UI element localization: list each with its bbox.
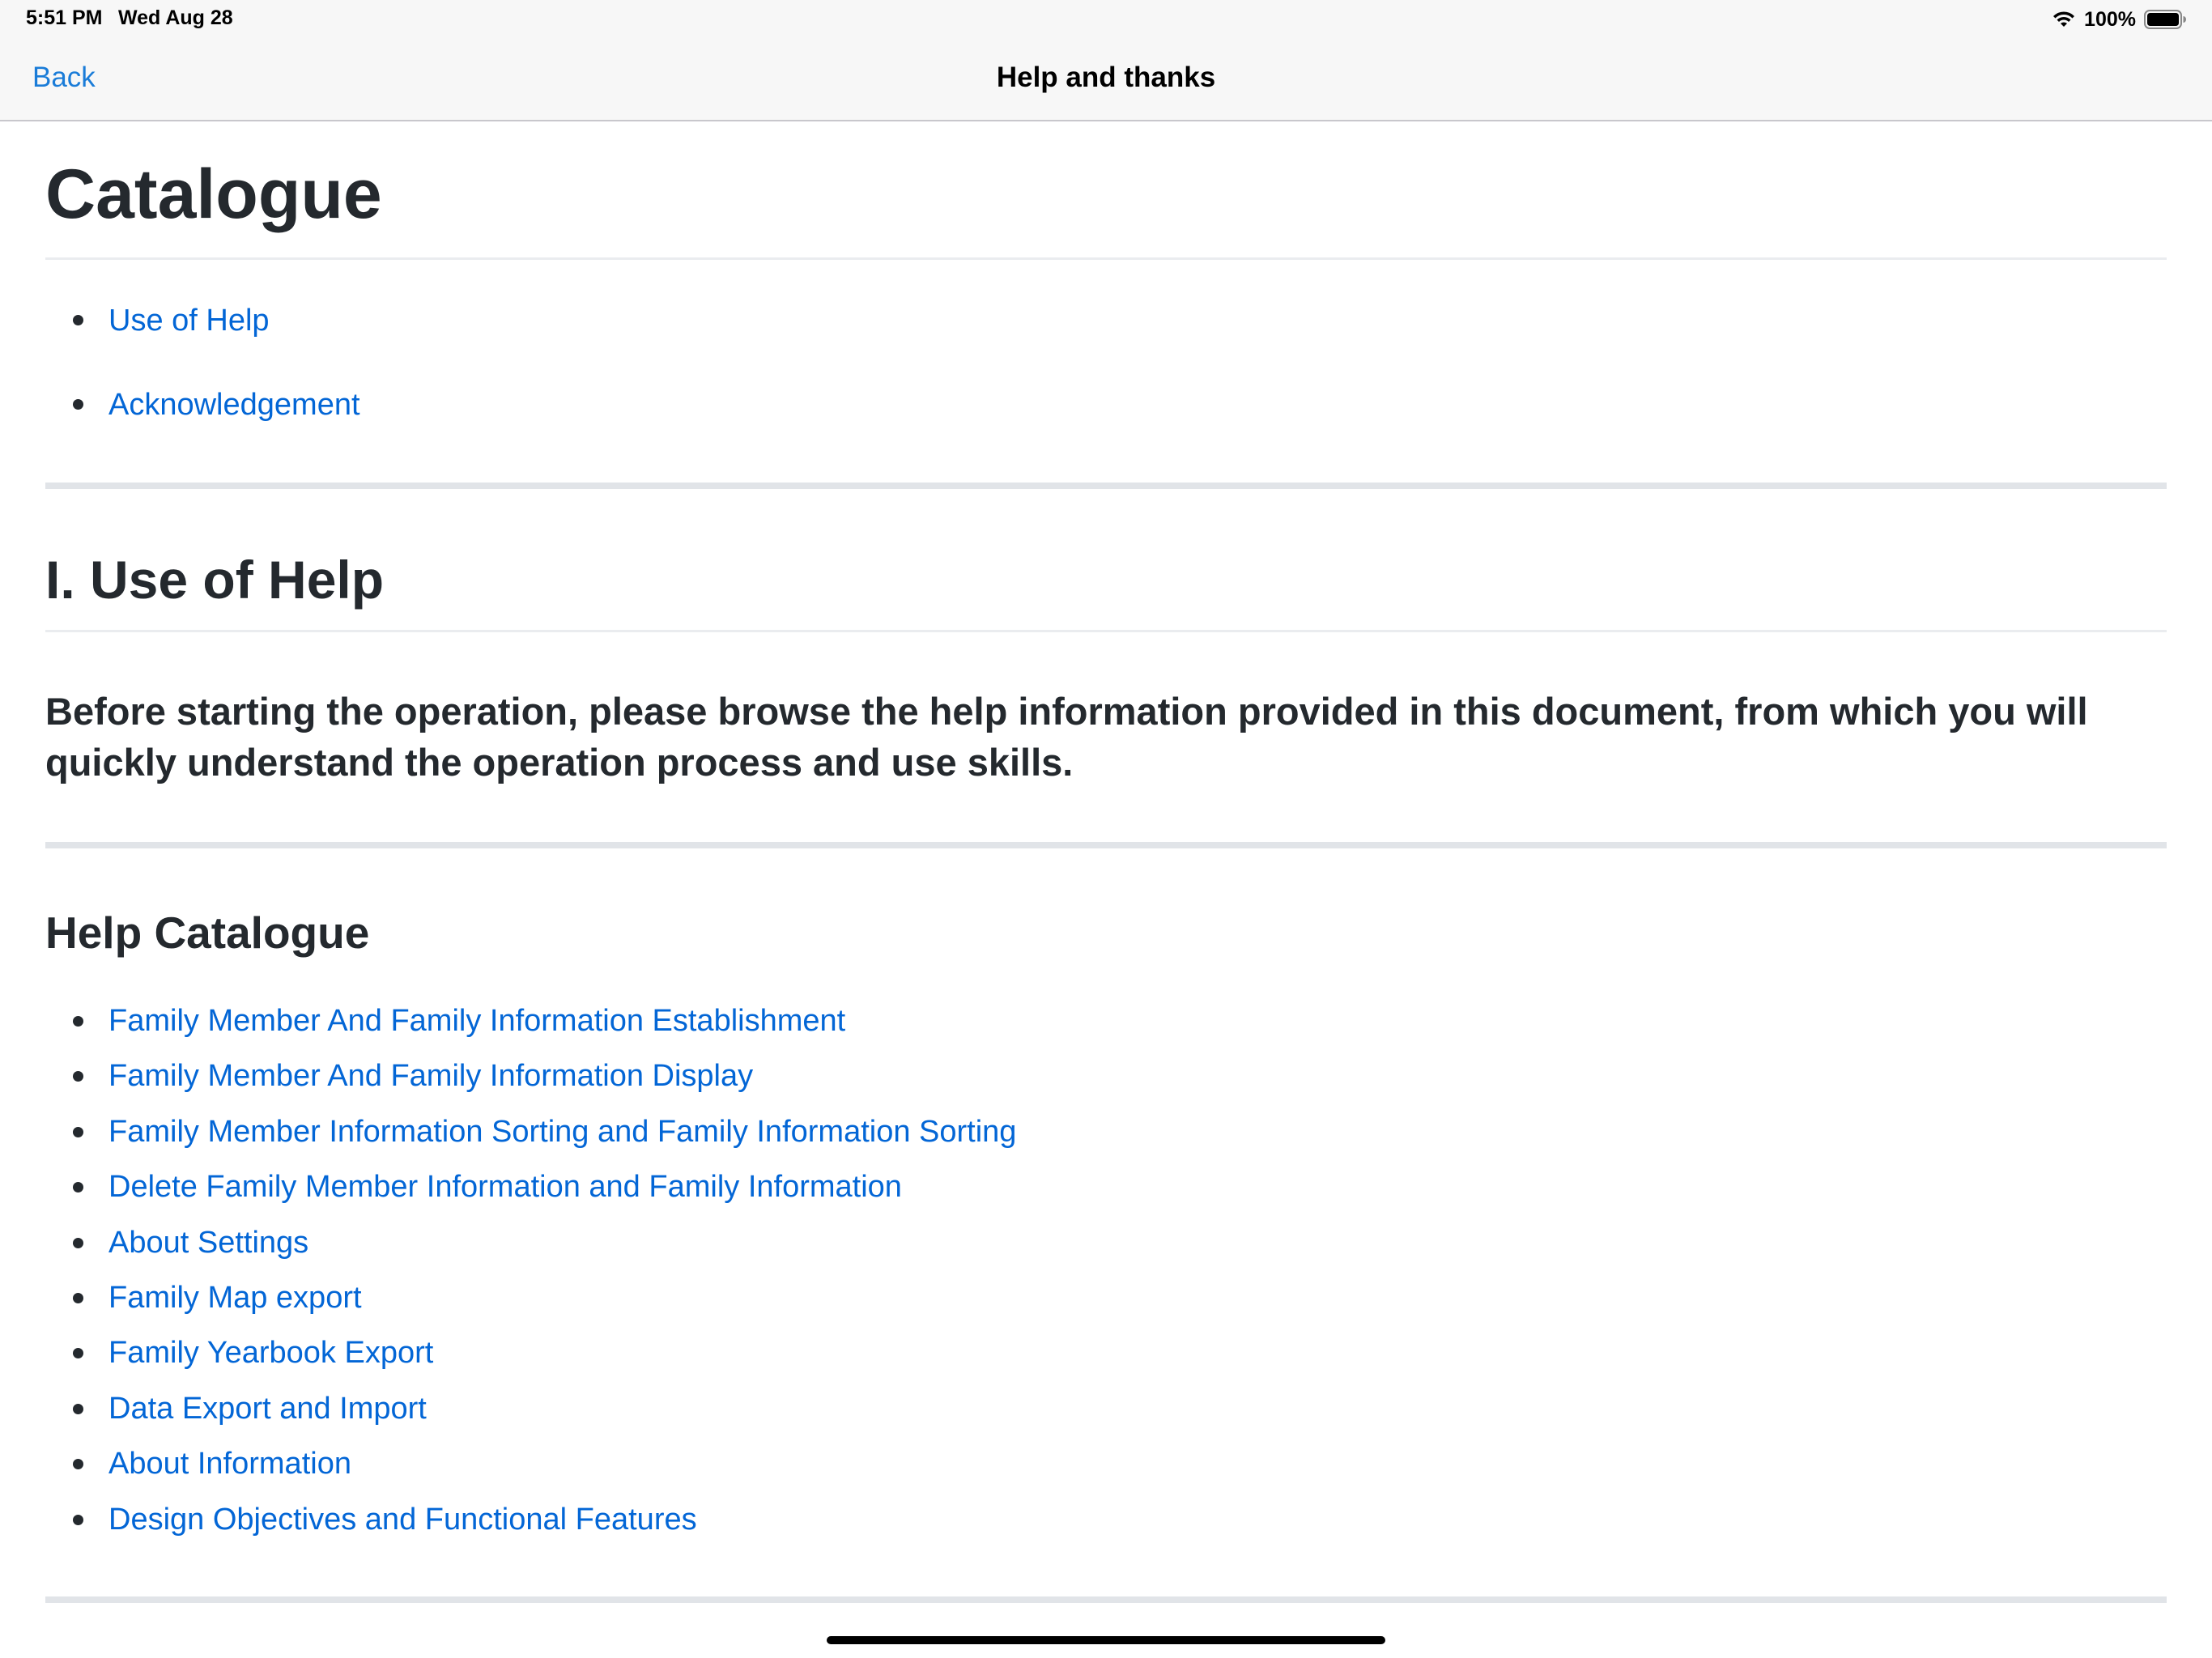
link-label: About Information: [108, 1447, 351, 1482]
link-label: Family Map export: [108, 1280, 362, 1315]
help-link-sorting[interactable]: Family Member Information Sorting and Fa…: [45, 1104, 1016, 1159]
section-divider: [45, 1596, 2167, 1603]
link-label: Family Member And Family Information Est…: [108, 1004, 846, 1038]
catalogue-list: Use of Help Acknowledgement: [45, 278, 360, 447]
battery-icon: [2144, 10, 2186, 29]
help-link-establishment[interactable]: Family Member And Family Information Est…: [45, 993, 1016, 1048]
home-indicator[interactable]: [827, 1636, 1385, 1644]
help-link-delete[interactable]: Delete Family Member Information and Fam…: [45, 1159, 1016, 1214]
help-link-yearbook-export[interactable]: Family Yearbook Export: [45, 1325, 1016, 1380]
link-label: Acknowledgement: [108, 388, 360, 422]
help-link-data-export-import[interactable]: Data Export and Import: [45, 1381, 1016, 1436]
bullet: [73, 315, 83, 325]
help-catalogue-title: Help Catalogue: [45, 908, 370, 958]
catalogue-link-acknowledgement[interactable]: Acknowledgement: [45, 363, 360, 447]
bullet: [73, 1403, 83, 1414]
link-label: Family Member And Family Information Dis…: [108, 1059, 754, 1094]
bullet: [73, 1182, 83, 1193]
help-catalogue-list: Family Member And Family Information Est…: [45, 993, 1016, 1547]
link-label: Design Objectives and Functional Feature…: [108, 1502, 697, 1537]
link-label: Use of Help: [108, 304, 270, 338]
nav-title: Help and thanks: [996, 62, 1216, 93]
help-link-settings[interactable]: About Settings: [45, 1215, 1016, 1270]
link-label: About Settings: [108, 1225, 309, 1260]
section-title-use-of-help: I. Use of Help: [45, 550, 385, 610]
bullet: [73, 1126, 83, 1137]
bullet: [73, 1514, 83, 1525]
section-divider: [45, 842, 2167, 848]
bullet: [73, 1459, 83, 1470]
wifi-icon: [2052, 11, 2076, 28]
help-link-display[interactable]: Family Member And Family Information Dis…: [45, 1048, 1016, 1103]
status-time: 5:51 PM: [26, 6, 103, 29]
status-right: 100%: [2052, 6, 2186, 32]
help-link-family-map-export[interactable]: Family Map export: [45, 1270, 1016, 1325]
section-title-divider: [45, 630, 2167, 632]
navigation-bar: Back Help and thanks: [0, 39, 2212, 121]
bullet: [73, 1292, 83, 1303]
link-label: Family Yearbook Export: [108, 1336, 434, 1371]
bullet: [73, 1237, 83, 1248]
bullet: [73, 1016, 83, 1027]
bullet: [73, 399, 83, 410]
catalogue-link-use-of-help[interactable]: Use of Help: [45, 278, 360, 363]
battery-percent: 100%: [2084, 7, 2136, 31]
bullet: [73, 1348, 83, 1359]
section-divider: [45, 483, 2167, 489]
catalogue-title: Catalogue: [45, 155, 382, 233]
status-date: Wed Aug 28: [118, 6, 233, 29]
help-link-design-objectives[interactable]: Design Objectives and Functional Feature…: [45, 1492, 1016, 1547]
intro-paragraph: Before starting the operation, please br…: [45, 690, 2088, 784]
link-label: Data Export and Import: [108, 1391, 427, 1426]
bullet: [73, 1071, 83, 1082]
link-label: Delete Family Member Information and Fam…: [108, 1170, 902, 1205]
link-label: Family Member Information Sorting and Fa…: [108, 1114, 1017, 1149]
help-link-about-information[interactable]: About Information: [45, 1436, 1016, 1491]
status-bar: 5:51 PM Wed Aug 28 100%: [0, 0, 2212, 39]
title-divider: [45, 257, 2167, 260]
